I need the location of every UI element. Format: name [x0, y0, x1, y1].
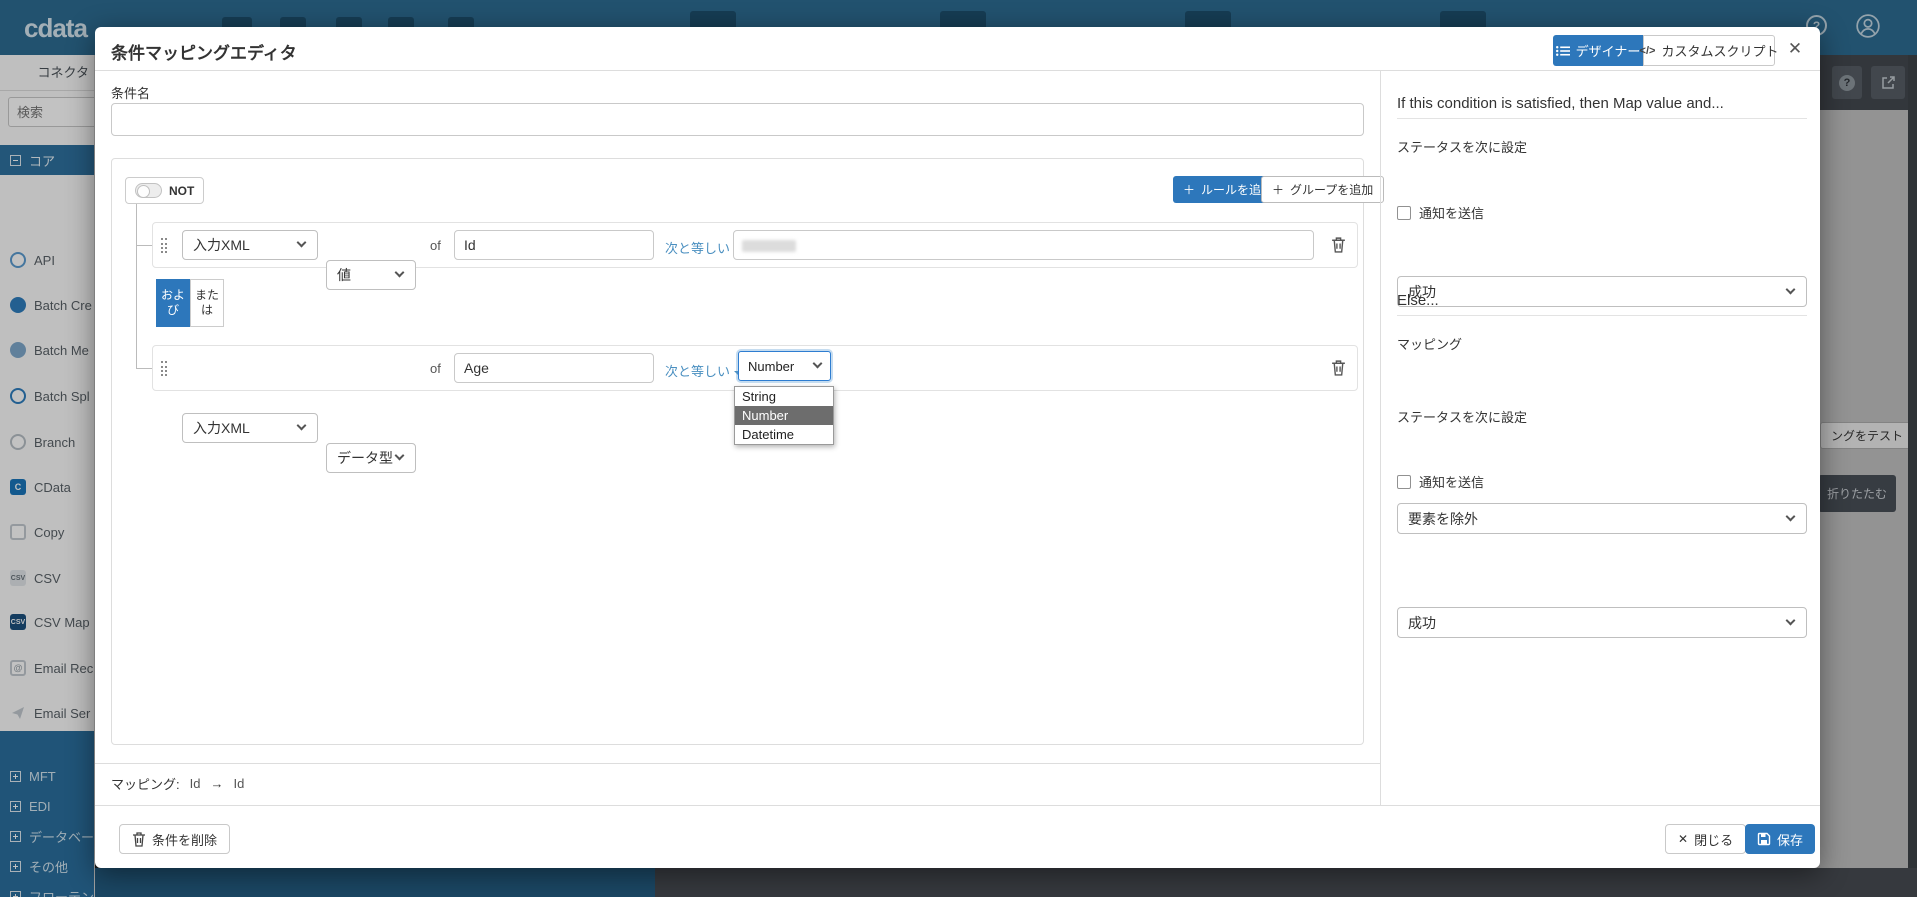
- chevron-down-icon: [296, 420, 307, 431]
- condition-name-input[interactable]: [111, 103, 1364, 136]
- notify2-checkbox-row: 通知を送信: [1397, 472, 1484, 491]
- trash-icon: [132, 831, 146, 847]
- not-toggle[interactable]: [135, 183, 162, 198]
- else-heading: Else...: [1397, 292, 1439, 309]
- status-label: ステータスを次に設定: [1397, 140, 1528, 155]
- notify2-checkbox[interactable]: [1397, 474, 1411, 489]
- and-button[interactable]: および: [156, 279, 190, 327]
- of-label: of: [430, 238, 441, 253]
- status-select[interactable]: 成功: [1397, 276, 1807, 307]
- add-group-button[interactable]: ＋ グループを追加: [1261, 176, 1385, 203]
- divider: [95, 70, 1820, 71]
- rule2-attribute-select[interactable]: データ型: [326, 443, 416, 473]
- code-icon: </>: [1639, 44, 1656, 57]
- rule1-delete-icon[interactable]: [1331, 236, 1346, 253]
- chevron-down-icon: [812, 358, 823, 369]
- notify-checkbox[interactable]: [1397, 205, 1411, 220]
- status2-label: ステータスを次に設定: [1397, 410, 1528, 425]
- plus-icon: ＋: [1183, 183, 1196, 197]
- redacted-value: [742, 240, 796, 252]
- panel-divider: [1380, 70, 1381, 805]
- divider: [1397, 315, 1807, 316]
- chevron-down-icon: [394, 267, 405, 278]
- condition-name-label: 条件名: [111, 86, 151, 101]
- tree-connector: [136, 245, 152, 246]
- mapping-summary: マッピング: Id → Id: [111, 776, 245, 792]
- divider: [95, 763, 1380, 764]
- chevron-down-icon: [296, 237, 307, 248]
- rule2-delete-icon[interactable]: [1331, 359, 1346, 376]
- arrow-right-icon: →: [210, 776, 224, 791]
- option-number-selected[interactable]: Number: [735, 406, 833, 425]
- chevron-down-icon: [1785, 615, 1796, 625]
- chevron-down-icon: [1785, 284, 1796, 294]
- tree-connector: [136, 204, 137, 368]
- rule1-source-select[interactable]: 入力XML: [182, 230, 318, 260]
- type-select-dropdown: String Number Datetime: [734, 386, 834, 445]
- drag-handle-icon[interactable]: [161, 361, 167, 376]
- mapping-label: マッピング: [1397, 337, 1463, 352]
- not-toggle-group: NOT: [125, 177, 205, 204]
- designer-view-button[interactable]: デザイナー: [1553, 35, 1643, 66]
- rule2-operator-link[interactable]: 次と等しい: [665, 361, 743, 380]
- option-datetime[interactable]: Datetime: [735, 425, 833, 444]
- rule1-attribute-select[interactable]: 値: [326, 260, 416, 290]
- rule2-type-select[interactable]: Number: [738, 351, 831, 381]
- rule1-field-input[interactable]: [454, 230, 654, 260]
- x-icon: ✕: [1678, 832, 1689, 846]
- or-button[interactable]: または: [190, 279, 224, 327]
- close-dialog-icon[interactable]: ✕: [1783, 37, 1807, 61]
- option-string[interactable]: String: [735, 387, 833, 406]
- list-icon: [1555, 45, 1570, 56]
- chevron-down-icon: [394, 450, 405, 461]
- status2-select[interactable]: 成功: [1397, 607, 1807, 638]
- drag-handle-icon[interactable]: [161, 238, 167, 253]
- custom-script-view-button[interactable]: </> カスタムスクリプト: [1639, 35, 1778, 66]
- rule2-source-select[interactable]: 入力XML: [182, 413, 318, 443]
- chevron-down-icon: [1785, 511, 1796, 521]
- close-button[interactable]: ✕ 閉じる: [1665, 824, 1747, 854]
- condition-mapping-editor-dialog: 条件マッピングエディタ デザイナー </> カスタムスクリプト ✕ 条件名 NO…: [95, 27, 1820, 868]
- notify-checkbox-row: 通知を送信: [1397, 203, 1484, 222]
- rule1-value-input[interactable]: [733, 230, 1314, 260]
- tree-connector: [136, 368, 152, 369]
- save-icon: [1757, 832, 1771, 846]
- delete-condition-button[interactable]: 条件を削除: [119, 824, 231, 854]
- save-button[interactable]: 保存: [1745, 824, 1816, 854]
- divider: [95, 805, 1820, 806]
- screen: cdata ? コネクタ コア API Batch Cre: [0, 0, 1917, 897]
- if-condition-heading: If this condition is satisfied, then Map…: [1397, 95, 1724, 112]
- plus-icon: ＋: [1272, 183, 1285, 197]
- dialog-title: 条件マッピングエディタ: [111, 44, 297, 63]
- divider: [1397, 118, 1807, 119]
- mapping-select[interactable]: 要素を除外: [1397, 503, 1807, 534]
- rule1-operator-link[interactable]: 次と等しい: [665, 238, 743, 257]
- of-label: of: [430, 361, 441, 376]
- not-label: NOT: [169, 183, 195, 198]
- rule2-field-input[interactable]: [454, 353, 654, 383]
